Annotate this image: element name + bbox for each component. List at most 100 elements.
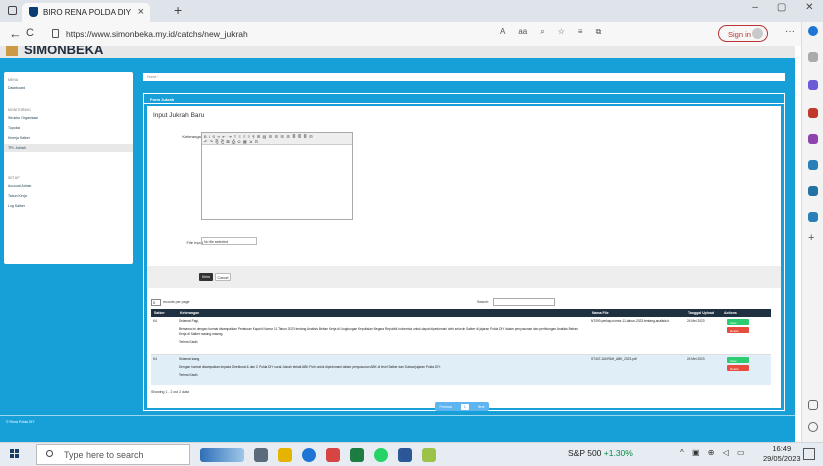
save-button[interactable]: Kirim [199,273,213,281]
taskbar-search[interactable]: Type here to search [36,444,190,465]
tab-close-icon[interactable]: × [138,6,144,18]
pagination: Previous 1 Next [435,402,489,411]
edge-icon[interactable] [302,448,316,462]
search-icon [46,450,53,457]
tab-title: BIRO RENA POLDA DIY [43,8,132,17]
pagination-next[interactable]: Next [478,405,485,409]
read-aloud-icon[interactable]: A [500,27,505,37]
sidebar-item-label: Dashboard [8,86,26,90]
browser-tab[interactable]: BIRO RENA POLDA DIY × [22,3,150,22]
new-tab-button[interactable]: + [174,2,182,18]
clock[interactable]: 16:49 29/05/2023 [763,444,801,464]
file-cell[interactable]: NT090-perkap-nomor-11-tahun-2023-tentang… [589,318,685,325]
back-button[interactable]: ← [9,26,22,41]
tools-icon[interactable] [808,108,818,118]
taskbar-search-placeholder: Type here to search [64,450,144,460]
site-favicon-icon [29,7,38,17]
drop-icon[interactable] [808,212,818,222]
delete-button[interactable]: Delete [727,365,749,371]
minimize-button[interactable]: – [752,2,758,13]
notifications-icon[interactable] [803,448,815,460]
column-header: Satker [154,311,165,315]
editor-toolbar[interactable]: B I S ∞ ⇤ ⇥ T ≡ ≡ ≡ ¶ ⊞ ▤ ☰ ☰ ☰ ☰ ≣ ≣ ≣ … [202,133,352,145]
pagination-previous[interactable]: Previous [440,405,452,409]
url-text: https://www.simonbeka.my.id/catchs/new_j… [66,29,248,39]
system-tray[interactable]: ^ ▣ ⊕ ◁ ▭ [680,448,748,457]
sidebar-item-dashboard[interactable]: Dashboard [4,84,133,92]
address-bar-icons: A aa ⌕ ☆ ≡ ⧉ [500,27,601,37]
sidebar-item-struktur[interactable]: Struktur Organisasi [4,114,133,122]
sidebar-heading-setup: SETUP [8,176,20,180]
table-row: K4 Selamat siang, Dengan hormat disampai… [151,355,771,385]
games-icon[interactable] [808,134,818,144]
outlook-icon[interactable] [808,186,818,196]
close-window-button[interactable]: ✕ [805,2,813,13]
app-icon[interactable] [326,448,340,462]
sidebar-item-label: TPL Jukrah [8,146,26,150]
breadcrumb: Home / [143,73,785,81]
split-screen-icon[interactable] [808,400,818,410]
sign-in-button[interactable]: Sign in [718,25,768,42]
sidebar-item-account[interactable]: Account Admin [4,182,133,190]
shopping-icon[interactable] [808,80,818,90]
avatar-icon [752,28,763,39]
keterangan-editor[interactable]: B I S ∞ ⇤ ⇥ T ≡ ≡ ≡ ¶ ⊞ ▤ ☰ ☰ ☰ ☰ ≣ ≣ ≣ … [201,132,353,220]
task-view-icon[interactable] [254,448,268,462]
keterangan-cell: Selamat siang, Dengan hormat disampaikan… [177,356,587,379]
favorites-list-icon[interactable]: ≡ [578,27,583,37]
add-icon[interactable]: + [808,232,818,244]
sidebar-item-kinerja[interactable]: Kinerja Satker [4,134,133,142]
file-cell[interactable]: ST447-JUKRAH_ABK_2023.pdf [589,356,685,363]
word-icon[interactable] [398,448,412,462]
search-icon[interactable] [808,52,818,62]
breadcrumb-text: Home / [147,75,159,79]
app-header [0,46,795,58]
delete-button[interactable]: Delete [727,327,749,333]
office-icon[interactable] [808,160,818,170]
sidebar-item-log[interactable]: Log Satker [4,202,133,210]
favorite-icon[interactable]: ☆ [558,27,565,37]
sidebar-heading-monitoring: MONITORING [8,108,31,112]
zoom-icon[interactable]: ⌕ [540,27,544,37]
keterangan-line: Selamat Pagi, [179,319,199,323]
file-explorer-icon[interactable] [278,448,292,462]
date-cell: 24 Mei 2023 [687,357,705,361]
more-menu-button[interactable]: ··· [785,26,795,37]
table-row: K4 Selamat Pagi, Bersama ini dengan horm… [151,317,771,355]
view-button[interactable]: View [727,357,749,363]
collections-icon[interactable]: ⧉ [596,27,602,37]
sidebar-item-tpl-jukrah[interactable]: TPL Jukrah [4,144,133,152]
clock-time: 16:49 [772,444,792,453]
brand-name: SIMONBEKA [24,46,104,57]
weather-widget-icon[interactable] [200,448,244,462]
sidebar-item-label: Kinerja Satker [8,136,30,140]
cancel-button[interactable]: Cancel [215,273,231,281]
sidebar-item-label: Tahun Kerja [8,194,27,198]
file-input[interactable]: No file selected [201,237,257,245]
app-icon[interactable] [422,448,436,462]
card-title: Form Jukrah [144,94,784,104]
table-search-input[interactable] [493,298,555,306]
settings-icon[interactable] [808,422,818,432]
stock-widget[interactable]: S&P 500 +1.30% [568,448,633,458]
start-button[interactable] [10,449,20,459]
taskbar-apps [200,444,436,462]
whatsapp-icon[interactable] [374,448,388,462]
column-header: Actions [724,311,737,315]
keterangan-cell: Selamat Pagi, Bersama ini dengan hormat … [177,318,587,346]
sidebar-item-tupoksi[interactable]: Tupoksi [4,124,133,132]
tab-actions-icon[interactable] [8,6,17,15]
reload-button[interactable]: C [26,27,34,39]
form-actions [147,266,781,288]
sidebar-item-tahun[interactable]: Tahun Kerja [4,192,133,200]
maximize-button[interactable]: ▢ [777,2,786,13]
date-cell: 24 Mei 2023 [687,319,705,323]
pagination-current[interactable]: 1 [461,403,469,410]
brand[interactable]: SIMONBEKA [6,46,104,57]
excel-icon[interactable] [350,448,364,462]
bing-icon[interactable] [808,26,818,36]
view-button[interactable]: View [727,319,749,325]
translate-icon[interactable]: aa [518,27,527,37]
sign-in-label: Sign in [728,30,751,39]
page-length-select[interactable]: 5 [151,299,161,306]
